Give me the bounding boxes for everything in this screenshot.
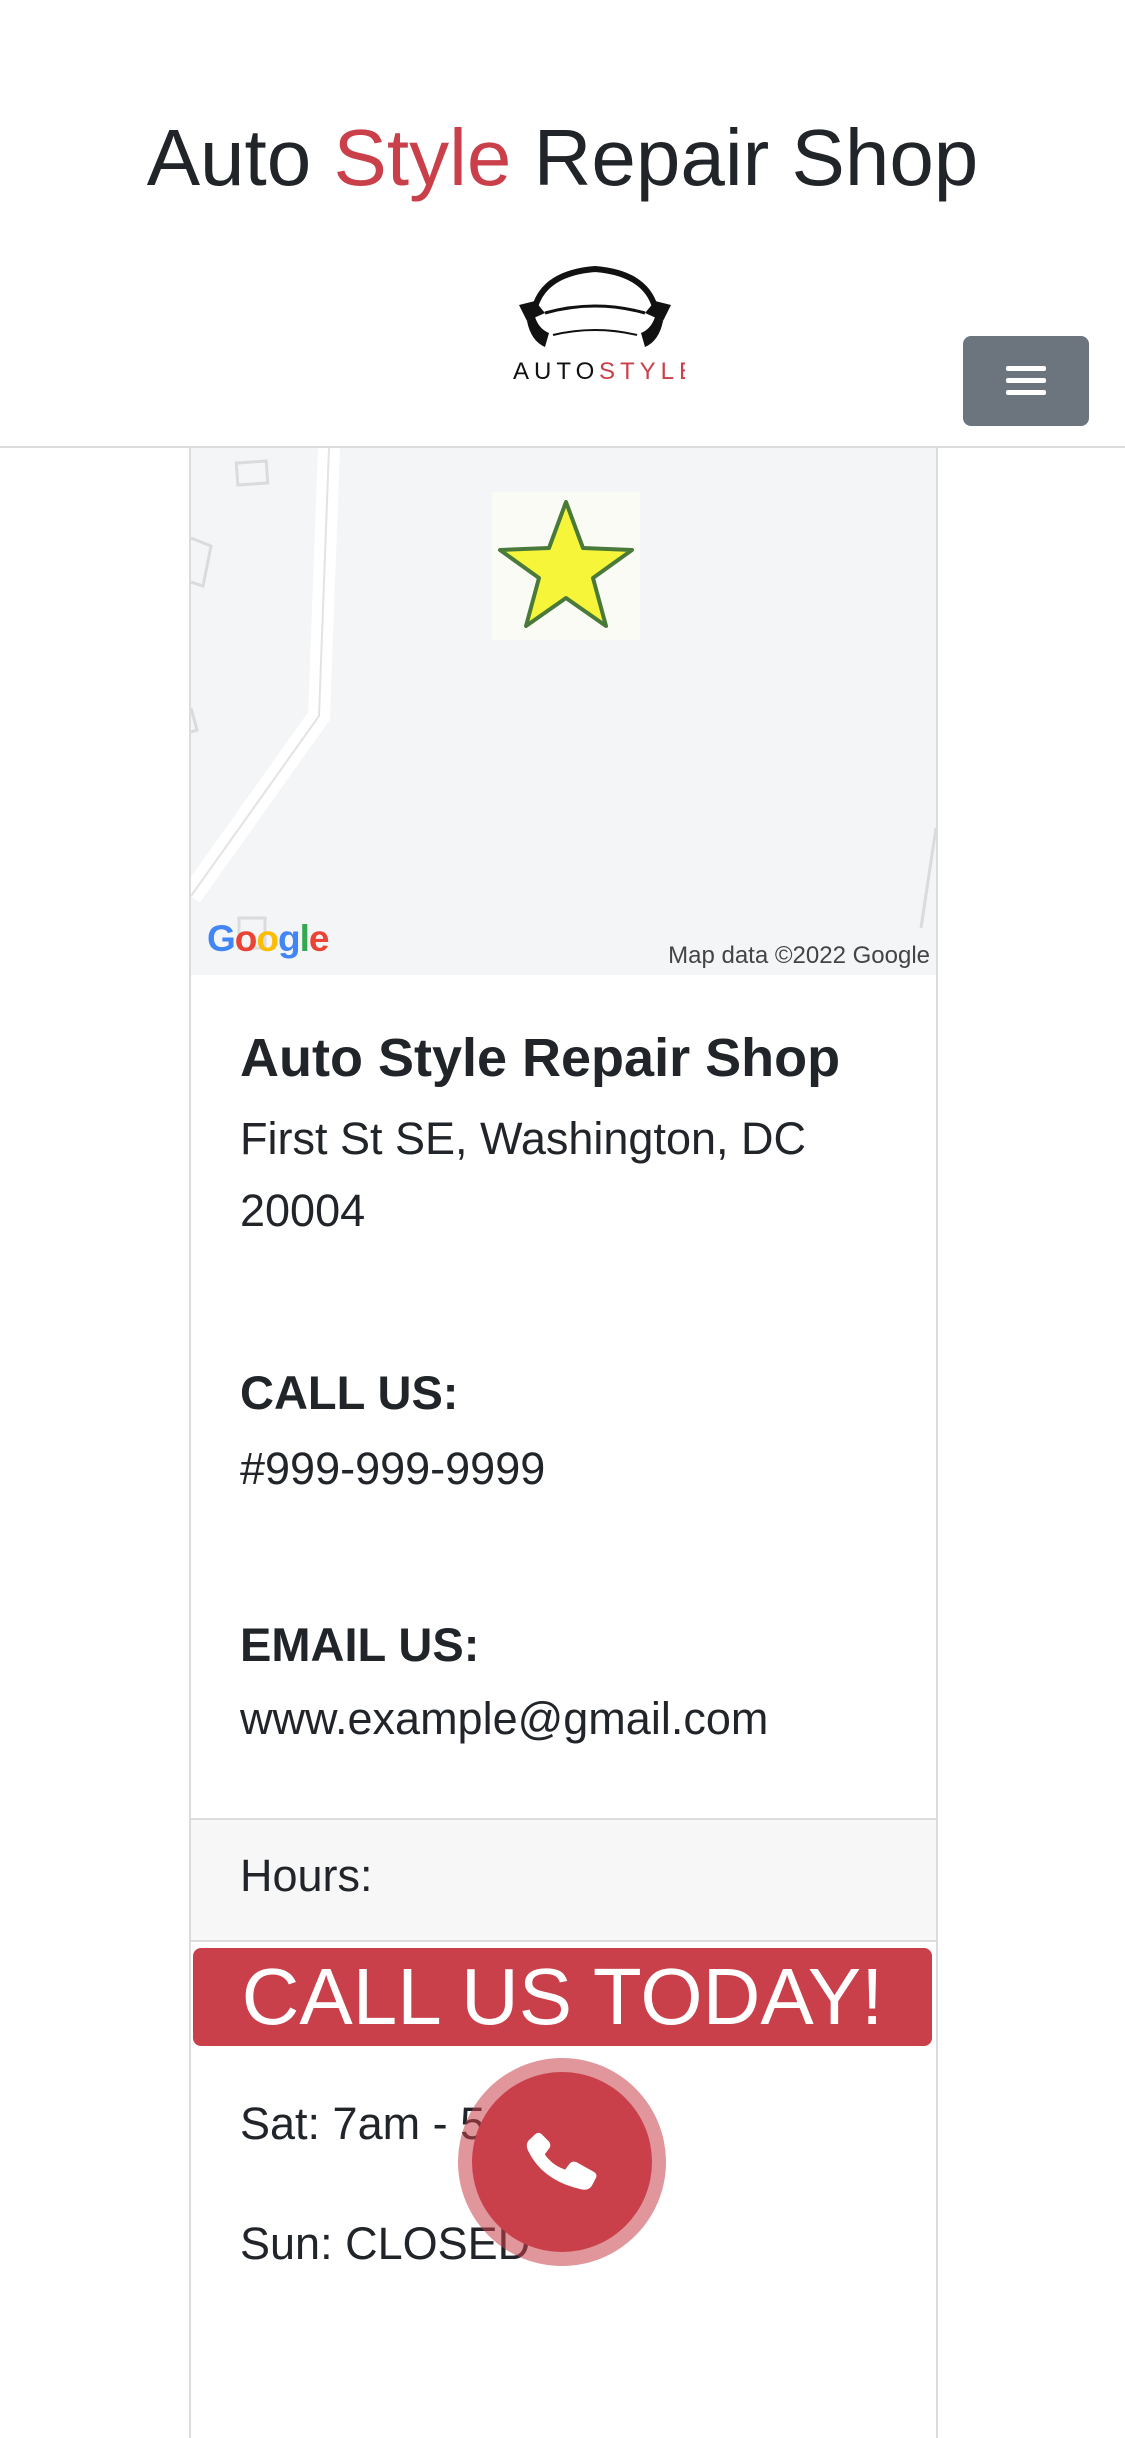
map-attribution[interactable]: Map data ©2022 Google	[668, 942, 930, 970]
logo-text-auto: AUTO	[513, 358, 599, 385]
email-label: EMAIL US:	[240, 1618, 480, 1671]
title-part1: Auto	[146, 113, 334, 202]
address-line1: First St SE, Washington, DC	[240, 1113, 806, 1164]
map-embed[interactable]: Google Map data ©2022 Google	[191, 448, 936, 975]
email-address[interactable]: www.example@gmail.com	[240, 1683, 768, 1755]
business-name: Auto Style Repair Shop	[240, 1028, 841, 1088]
hours-saturday: Sat: 7am - 5	[240, 2098, 486, 2149]
autostyle-logo[interactable]: AUTO STYLE	[505, 255, 685, 385]
logo-text-style: STYLE	[599, 358, 685, 385]
call-label: CALL US:	[240, 1366, 459, 1419]
call-us-today-banner[interactable]: CALL US TODAY!	[193, 1948, 932, 2046]
phone-number[interactable]: #999-999-9999	[240, 1433, 545, 1505]
menu-toggle-button[interactable]	[963, 336, 1089, 426]
star-icon	[498, 500, 634, 628]
site-title[interactable]: Auto Style Repair Shop	[0, 108, 1125, 208]
phone-icon	[526, 2132, 597, 2190]
address-line2: 20004	[240, 1185, 366, 1236]
call-button[interactable]	[472, 2072, 652, 2252]
site-header: Auto Style Repair Shop AUTO STYLE	[0, 0, 1125, 448]
hours-header: Hours:	[191, 1818, 936, 1942]
google-logo[interactable]: Google	[207, 918, 329, 960]
title-accent: Style	[333, 113, 512, 202]
map-marker[interactable]	[492, 492, 640, 640]
hours-label: Hours:	[240, 1850, 373, 1901]
title-part2: Repair Shop	[511, 113, 979, 202]
